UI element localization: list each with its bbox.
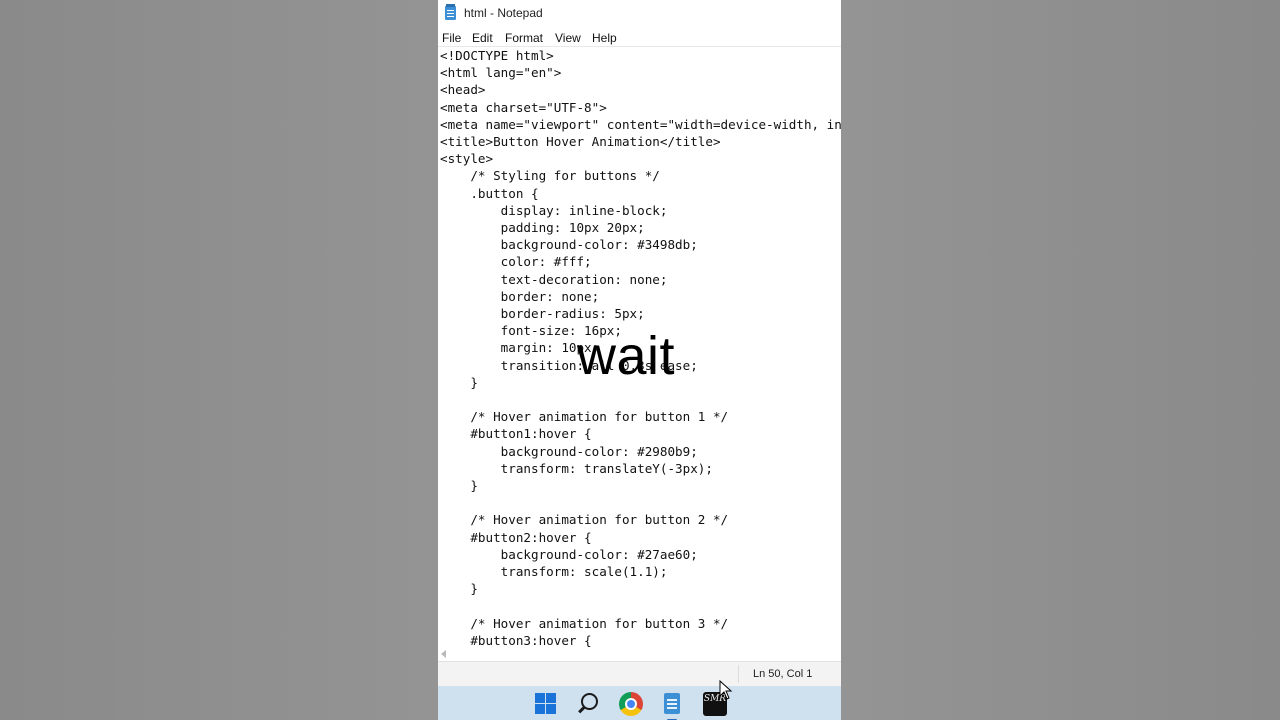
menu-bar: File Edit Format View Help: [438, 29, 841, 47]
menu-format[interactable]: Format: [505, 31, 543, 45]
taskbar: SMR: [438, 686, 841, 720]
notepad-icon: [445, 4, 456, 20]
horizontal-scrollbar[interactable]: [438, 647, 841, 661]
menu-view[interactable]: View: [555, 31, 581, 45]
title-bar[interactable]: html - Notepad: [438, 0, 841, 28]
status-divider: [738, 665, 739, 683]
menu-edit[interactable]: Edit: [472, 31, 493, 45]
window-title: html - Notepad: [464, 6, 543, 20]
notepad-taskbar-icon[interactable]: [659, 691, 685, 720]
scroll-left-icon[interactable]: [441, 650, 446, 658]
status-bar: Ln 50, Col 1: [438, 661, 841, 686]
right-blur-background: [841, 0, 1280, 720]
menu-file[interactable]: File: [442, 31, 461, 45]
search-icon[interactable]: [576, 691, 602, 717]
left-blur-background: [0, 0, 438, 720]
cursor-position: Ln 50, Col 1: [753, 668, 813, 680]
chrome-icon[interactable]: [618, 691, 644, 717]
mouse-cursor-icon: [719, 680, 733, 700]
menu-help[interactable]: Help: [592, 31, 617, 45]
start-icon[interactable]: [533, 691, 559, 717]
wait-overlay-text: wait: [577, 326, 676, 386]
